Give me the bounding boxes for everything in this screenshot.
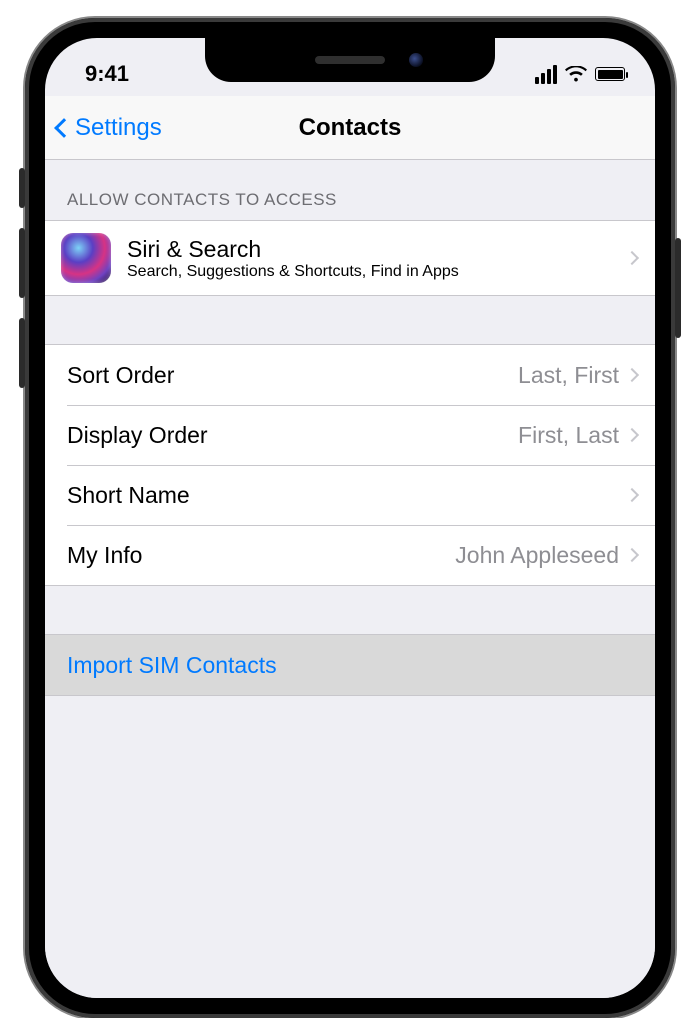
group-ordering: Sort Order Last, First Display Order Fir… [45, 344, 655, 586]
siri-search-cell[interactable]: Siri & Search Search, Suggestions & Shor… [45, 221, 655, 295]
front-camera [409, 53, 423, 67]
import-sim-contacts-cell[interactable]: Import SIM Contacts [45, 635, 655, 695]
chevron-right-icon [625, 368, 639, 382]
power-button [675, 238, 681, 338]
group-import: Import SIM Contacts [45, 634, 655, 696]
cellular-signal-icon [535, 65, 557, 84]
siri-subtitle: Search, Suggestions & Shortcuts, Find in… [127, 263, 627, 281]
short-name-label: Short Name [67, 482, 190, 509]
back-button[interactable]: Settings [57, 114, 162, 142]
screen: 9:41 Settings Contacts Allow Contacts to… [45, 38, 655, 998]
section-header-access: Allow Contacts to Access [45, 160, 655, 220]
display-order-cell[interactable]: Display Order First, Last [45, 405, 655, 465]
sort-order-label: Sort Order [67, 362, 174, 389]
display-order-value: First, Last [518, 422, 627, 449]
volume-down-button [19, 318, 25, 388]
sort-order-cell[interactable]: Sort Order Last, First [45, 345, 655, 405]
battery-icon [595, 67, 625, 81]
my-info-value: John Appleseed [455, 542, 627, 569]
display-order-label: Display Order [67, 422, 208, 449]
chevron-right-icon [625, 251, 639, 265]
group-access: Siri & Search Search, Suggestions & Shor… [45, 220, 655, 296]
mute-switch [19, 168, 25, 208]
my-info-label: My Info [67, 542, 142, 569]
chevron-right-icon [625, 428, 639, 442]
notch [205, 38, 495, 82]
speaker-grille [315, 56, 385, 64]
import-sim-label: Import SIM Contacts [67, 652, 277, 679]
siri-title: Siri & Search [127, 236, 627, 263]
volume-up-button [19, 228, 25, 298]
chevron-right-icon [625, 548, 639, 562]
my-info-cell[interactable]: My Info John Appleseed [45, 525, 655, 585]
short-name-cell[interactable]: Short Name [45, 465, 655, 525]
chevron-left-icon [54, 118, 74, 138]
sort-order-value: Last, First [518, 362, 627, 389]
navigation-bar: Settings Contacts [45, 96, 655, 160]
status-time: 9:41 [85, 61, 129, 87]
back-label: Settings [75, 114, 162, 142]
wifi-icon [565, 66, 587, 82]
status-indicators [535, 65, 625, 84]
settings-content[interactable]: Allow Contacts to Access Siri & Search S… [45, 160, 655, 998]
siri-icon [61, 233, 111, 283]
chevron-right-icon [625, 488, 639, 502]
phone-frame: 9:41 Settings Contacts Allow Contacts to… [25, 18, 675, 1018]
